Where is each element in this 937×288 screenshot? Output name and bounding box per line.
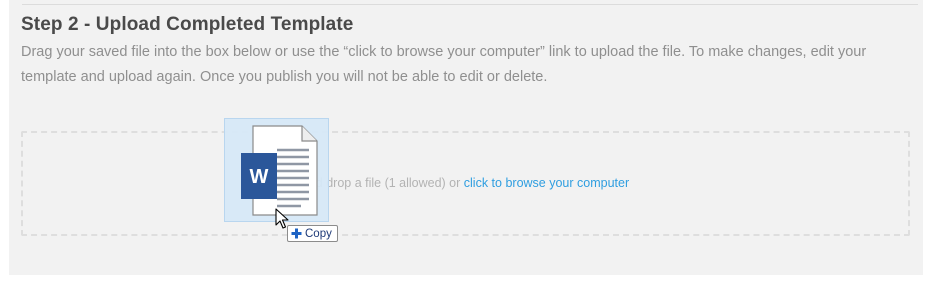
file-dropzone[interactable]: and drop a file (1 allowed) or click to … bbox=[21, 131, 910, 236]
word-badge-letter: W bbox=[250, 166, 269, 188]
divider bbox=[22, 4, 918, 5]
drag-copy-tooltip: Copy bbox=[287, 225, 338, 242]
copy-label: Copy bbox=[305, 227, 332, 240]
drag-ghost-preview: W bbox=[224, 118, 329, 222]
plus-icon bbox=[291, 228, 302, 239]
step-title: Step 2 - Upload Completed Template bbox=[21, 14, 354, 35]
word-document-icon: W bbox=[241, 125, 318, 216]
upload-step-panel: Step 2 - Upload Completed Template Drag … bbox=[9, 0, 923, 275]
browse-computer-link[interactable]: click to browse your computer bbox=[464, 176, 629, 190]
step-instructions: Drag your saved file into the box below … bbox=[21, 44, 867, 85]
dropzone-text: and drop a file (1 allowed) or click to … bbox=[23, 176, 908, 190]
